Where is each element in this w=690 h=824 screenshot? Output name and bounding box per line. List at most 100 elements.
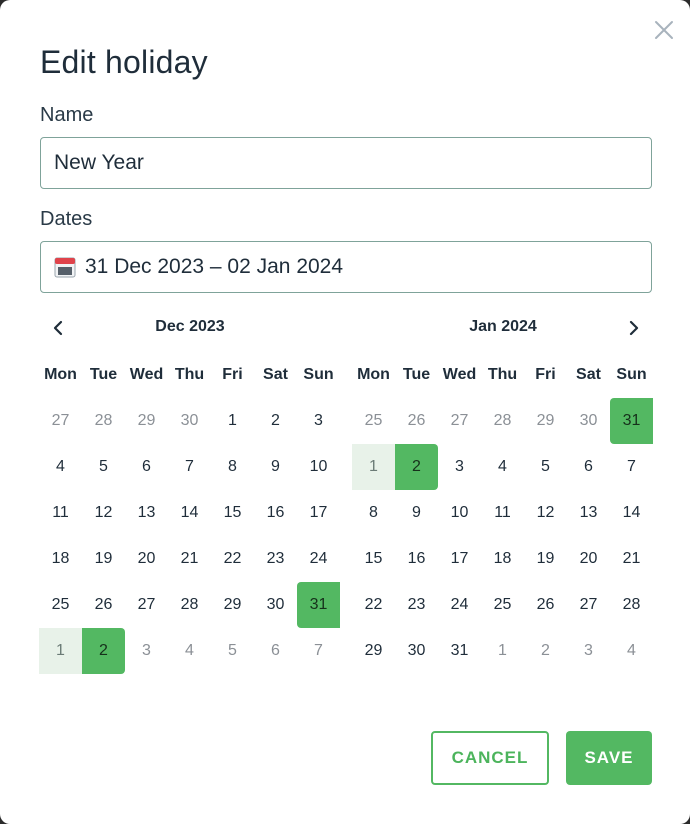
- weekday-header: Sun: [303, 366, 334, 383]
- calendar-day-selected[interactable]: 31: [610, 398, 653, 444]
- calendar-day[interactable]: 6: [254, 628, 297, 674]
- calendar-month-jan: Mon Tue Wed Thu Fri Sat Sun 25 26 27 28 29 30 31 1 2 3 4 5…: [352, 352, 653, 674]
- calendar-day[interactable]: 12: [82, 490, 125, 536]
- dates-label: Dates: [40, 208, 93, 230]
- calendar-day[interactable]: 20: [567, 536, 610, 582]
- calendar-day[interactable]: 1: [481, 628, 524, 674]
- calendar-day[interactable]: 30: [567, 398, 610, 444]
- calendar-day[interactable]: 14: [610, 490, 653, 536]
- calendar-day[interactable]: 13: [125, 490, 168, 536]
- calendar-day-selected[interactable]: 2: [82, 628, 125, 674]
- calendar-day[interactable]: 10: [297, 444, 340, 490]
- calendar-day[interactable]: 5: [211, 628, 254, 674]
- calendar-month-dec: Mon Tue Wed Thu Fri Sat Sun 27 28 29 30 1 2 3 4 5 6 7 8 9 10…: [39, 352, 340, 674]
- calendar-day[interactable]: 16: [395, 536, 438, 582]
- calendar-day[interactable]: 3: [438, 444, 481, 490]
- cancel-button[interactable]: CANCEL: [431, 731, 549, 785]
- calendar-day[interactable]: 7: [610, 444, 653, 490]
- calendar-day[interactable]: 8: [352, 490, 395, 536]
- calendar-day[interactable]: 15: [211, 490, 254, 536]
- calendar-day[interactable]: 9: [395, 490, 438, 536]
- calendar-day[interactable]: 30: [254, 582, 297, 628]
- calendar-day[interactable]: 31: [438, 628, 481, 674]
- edit-holiday-dialog: Edit holiday Name Dates 31 Dec 2023 – 02…: [0, 0, 690, 824]
- calendar-day[interactable]: 29: [352, 628, 395, 674]
- calendar-day[interactable]: 21: [168, 536, 211, 582]
- calendar-day[interactable]: 26: [524, 582, 567, 628]
- calendar-day[interactable]: 9: [254, 444, 297, 490]
- calendar-day[interactable]: 17: [297, 490, 340, 536]
- calendar-day[interactable]: 22: [211, 536, 254, 582]
- calendar-day[interactable]: 1: [211, 398, 254, 444]
- calendar-day[interactable]: 1: [39, 628, 82, 674]
- calendar-day[interactable]: 11: [481, 490, 524, 536]
- calendar-day[interactable]: 15: [352, 536, 395, 582]
- calendar-day[interactable]: 4: [610, 628, 653, 674]
- calendar-day[interactable]: 23: [395, 582, 438, 628]
- calendar-day[interactable]: 25: [481, 582, 524, 628]
- calendar-day[interactable]: 27: [438, 398, 481, 444]
- calendar-day[interactable]: 24: [438, 582, 481, 628]
- calendar-day[interactable]: 26: [395, 398, 438, 444]
- calendar-day[interactable]: 24: [297, 536, 340, 582]
- calendar-day[interactable]: 16: [254, 490, 297, 536]
- calendar-day[interactable]: 27: [567, 582, 610, 628]
- calendar-day[interactable]: 4: [39, 444, 82, 490]
- calendar-day[interactable]: 25: [352, 398, 395, 444]
- calendar-day[interactable]: 6: [125, 444, 168, 490]
- calendar-day[interactable]: 3: [297, 398, 340, 444]
- calendar-day[interactable]: 17: [438, 536, 481, 582]
- calendar-day[interactable]: 25: [39, 582, 82, 628]
- month-title: Jan 2024: [469, 318, 537, 335]
- calendar-day[interactable]: 29: [125, 398, 168, 444]
- calendar-day[interactable]: 29: [524, 398, 567, 444]
- calendar-day[interactable]: 7: [168, 444, 211, 490]
- weekday-header: Tue: [402, 366, 431, 383]
- weekday-header: Fri: [222, 366, 243, 383]
- calendar-day[interactable]: 27: [125, 582, 168, 628]
- calendar-day[interactable]: 19: [524, 536, 567, 582]
- chevron-right-icon[interactable]: [624, 318, 644, 338]
- close-icon[interactable]: [652, 18, 676, 42]
- calendar-day[interactable]: 23: [254, 536, 297, 582]
- calendar-day[interactable]: 7: [297, 628, 340, 674]
- calendar-day[interactable]: 4: [168, 628, 211, 674]
- save-button[interactable]: SAVE: [566, 731, 652, 785]
- chevron-left-icon[interactable]: [48, 318, 68, 338]
- calendar-day[interactable]: 28: [82, 398, 125, 444]
- calendar-day[interactable]: 2: [254, 398, 297, 444]
- calendar-day[interactable]: 30: [395, 628, 438, 674]
- calendar-day[interactable]: 27: [39, 398, 82, 444]
- calendar-day[interactable]: 28: [610, 582, 653, 628]
- calendar-day[interactable]: 26: [82, 582, 125, 628]
- calendar-day-selected[interactable]: 2: [395, 444, 438, 490]
- name-input[interactable]: [40, 137, 652, 189]
- calendar-day[interactable]: 22: [352, 582, 395, 628]
- calendar-day[interactable]: 20: [125, 536, 168, 582]
- calendar-day[interactable]: 5: [524, 444, 567, 490]
- calendar-day[interactable]: 29: [211, 582, 254, 628]
- calendar-day[interactable]: 30: [168, 398, 211, 444]
- calendar-day[interactable]: 5: [82, 444, 125, 490]
- calendar-day[interactable]: 21: [610, 536, 653, 582]
- dates-field[interactable]: 31 Dec 2023 – 02 Jan 2024: [40, 241, 652, 293]
- calendar-day[interactable]: 28: [481, 398, 524, 444]
- calendar-day[interactable]: 10: [438, 490, 481, 536]
- calendar-day[interactable]: 6: [567, 444, 610, 490]
- calendar-day[interactable]: 4: [481, 444, 524, 490]
- calendar-day[interactable]: 1: [352, 444, 395, 490]
- calendar-day[interactable]: 13: [567, 490, 610, 536]
- calendar-day[interactable]: 12: [524, 490, 567, 536]
- calendar-day[interactable]: 3: [125, 628, 168, 674]
- calendar-day[interactable]: 11: [39, 490, 82, 536]
- weekday-header: Thu: [487, 366, 518, 383]
- calendar-day[interactable]: 3: [567, 628, 610, 674]
- calendar-day[interactable]: 18: [39, 536, 82, 582]
- calendar-day[interactable]: 8: [211, 444, 254, 490]
- calendar-day-selected[interactable]: 31: [297, 582, 340, 628]
- calendar-day[interactable]: 2: [524, 628, 567, 674]
- calendar-day[interactable]: 19: [82, 536, 125, 582]
- calendar-day[interactable]: 28: [168, 582, 211, 628]
- calendar-day[interactable]: 18: [481, 536, 524, 582]
- calendar-day[interactable]: 14: [168, 490, 211, 536]
